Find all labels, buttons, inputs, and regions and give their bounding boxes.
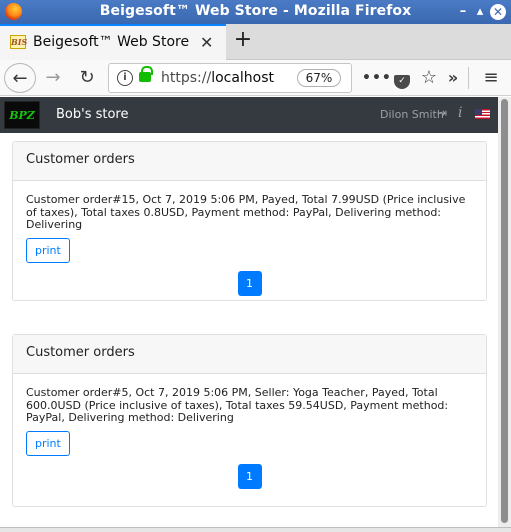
order-summary: Customer order#5, Oct 7, 2019 5:06 PM, S… (26, 386, 449, 424)
toolbar-separator (468, 67, 469, 89)
customer-orders-card: Customer orders Customer order#5, Oct 7,… (12, 334, 487, 507)
print-button[interactable]: print (26, 430, 70, 456)
tab-beigesoft-web-store[interactable]: BIS Beigesoft™ Web Store ✕ (0, 24, 226, 60)
card-body: Customer order#5, Oct 7, 2019 5:06 PM, S… (13, 374, 486, 502)
card-header: Customer orders (13, 142, 486, 181)
close-tab-icon[interactable]: ✕ (200, 33, 213, 52)
url-scheme: https:// (161, 70, 212, 86)
pagination: 1 (26, 270, 473, 296)
back-button[interactable]: ← (4, 63, 36, 93)
minimize-button[interactable]: – (455, 4, 471, 20)
store-name-link[interactable]: Bob's store (56, 107, 128, 122)
new-tab-button[interactable]: + (232, 28, 254, 54)
store-logo[interactable]: BPZ (4, 101, 40, 129)
logout-icon[interactable]: ⇥ (437, 106, 447, 120)
close-window-button[interactable]: ✕ (490, 4, 506, 20)
pocket-icon[interactable]: ✓ (392, 63, 412, 93)
card-body: Customer order#15, Oct 7, 2019 5:06 PM, … (13, 181, 486, 309)
us-flag-icon[interactable] (475, 109, 490, 119)
store-navbar: BPZ Bob's store Dilon Smith ⇥ i (0, 97, 498, 133)
tab-title: Beigesoft™ Web Store (33, 34, 190, 50)
store-favicon-icon: BIS (10, 35, 28, 49)
info-icon[interactable]: i (458, 105, 462, 121)
tab-strip: BIS Beigesoft™ Web Store ✕ + (0, 24, 511, 60)
page-actions-more-icon[interactable]: ••• (362, 63, 391, 93)
scrollbar-thumb[interactable] (501, 99, 508, 523)
page-button[interactable]: 1 (237, 270, 262, 296)
window-bottom-edge (0, 527, 511, 532)
overflow-menu-icon[interactable]: » (442, 63, 464, 93)
site-info-icon[interactable]: i (117, 70, 133, 86)
customer-orders-card: Customer orders Customer order#15, Oct 7… (12, 141, 487, 301)
user-name-link[interactable]: Dilon Smith (380, 108, 444, 121)
card-header: Customer orders (13, 335, 486, 374)
print-button[interactable]: print (26, 237, 70, 263)
url-bar[interactable]: i https://localhost 67% (108, 63, 352, 93)
zoom-level-badge[interactable]: 67% (297, 69, 341, 87)
page-button[interactable]: 1 (237, 463, 262, 489)
navigation-toolbar: ← → ↻ i https://localhost 67% ••• ✓ ☆ » … (0, 60, 511, 96)
bookmark-star-icon[interactable]: ☆ (418, 63, 440, 93)
forward-button[interactable]: → (40, 63, 66, 93)
secure-lock-icon (139, 66, 153, 82)
page-content: BPZ Bob's store Dilon Smith ⇥ i Customer… (0, 97, 498, 527)
pagination: 1 (26, 463, 473, 489)
url-text[interactable]: https://localhost (161, 70, 293, 86)
window-title-bar: Beigesoft™ Web Store - Mozilla Firefox –… (0, 0, 511, 24)
order-summary: Customer order#15, Oct 7, 2019 5:06 PM, … (26, 193, 466, 231)
maximize-button[interactable]: ▴ (472, 4, 488, 20)
reload-button[interactable]: ↻ (74, 63, 100, 93)
url-host: localhost (211, 70, 275, 86)
hamburger-menu-icon[interactable]: ≡ (478, 63, 504, 93)
window-title: Beigesoft™ Web Store - Mozilla Firefox (99, 3, 412, 19)
vertical-scrollbar[interactable] (498, 97, 511, 527)
